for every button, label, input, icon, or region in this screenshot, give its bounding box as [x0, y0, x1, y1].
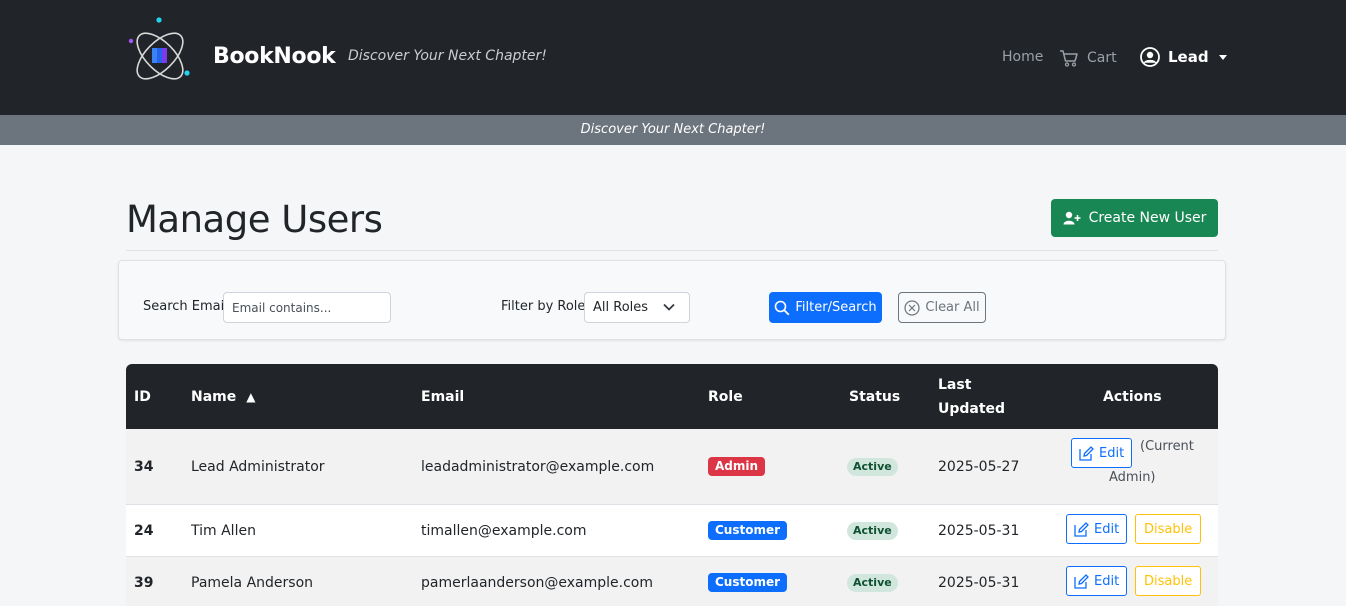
title-divider	[126, 250, 1218, 251]
role-filter-select[interactable]: All Roles	[584, 292, 690, 323]
cell-id: 24	[134, 522, 154, 539]
cell-email: pamerlaanderson@example.com	[421, 574, 653, 591]
top-navbar: BookNook Discover Your Next Chapter! Hom…	[0, 0, 1346, 115]
header-name[interactable]: Name ▲	[191, 364, 255, 429]
sort-ascending-icon: ▲	[246, 389, 256, 404]
create-new-user-label: Create New User	[1088, 210, 1207, 226]
current-admin-note-line1: (Current	[1140, 439, 1194, 454]
search-email-input[interactable]	[223, 292, 391, 323]
users-table: ID Name ▲ Email Role Status Last Updated…	[126, 364, 1218, 606]
filter-role-label: Filter by Role	[501, 299, 586, 314]
table-row: 34 Lead Administrator leadadministrator@…	[126, 429, 1218, 505]
brand-tagline: Discover Your Next Chapter!	[348, 48, 547, 64]
cell-email: leadadministrator@example.com	[421, 458, 655, 475]
cell-email: timallen@example.com	[421, 522, 587, 539]
status-badge: Active	[847, 521, 898, 540]
clear-all-label: Clear All	[925, 300, 980, 315]
disable-button[interactable]: Disable	[1135, 566, 1202, 596]
clear-all-button[interactable]: Clear All	[898, 292, 986, 323]
header-name-label: Name	[191, 388, 237, 405]
role-badge: Admin	[708, 457, 766, 476]
filter-search-label: Filter/Search	[795, 300, 877, 315]
chevron-down-icon	[663, 303, 675, 311]
current-admin-note-line2: Admin)	[1109, 470, 1156, 485]
edit-label: Edit	[1099, 445, 1125, 461]
user-menu-dropdown[interactable]: Lead	[1140, 46, 1227, 68]
edit-button[interactable]: Edit	[1066, 514, 1128, 544]
nav-home-link[interactable]: Home	[1002, 49, 1043, 65]
user-circle-icon	[1140, 47, 1160, 67]
filter-search-button[interactable]: Filter/Search	[769, 292, 882, 323]
user-menu-label: Lead	[1168, 48, 1209, 66]
cell-id: 39	[134, 574, 154, 591]
pencil-square-icon	[1074, 521, 1089, 537]
edit-label: Edit	[1094, 573, 1120, 589]
table-header: ID Name ▲ Email Role Status Last Updated…	[126, 364, 1218, 429]
cell-name: Pamela Anderson	[191, 574, 314, 591]
header-last-updated-line2: Updated	[938, 400, 1006, 417]
caret-down-icon	[1218, 54, 1227, 60]
edit-button[interactable]: Edit	[1071, 438, 1133, 468]
status-badge: Active	[847, 457, 898, 476]
nav-cart-link[interactable]: Cart	[1059, 47, 1117, 69]
search-icon	[775, 300, 790, 315]
cell-name: Lead Administrator	[191, 458, 325, 475]
search-email-label: Search Email	[143, 299, 228, 314]
cell-updated: 2025-05-31	[938, 574, 1020, 591]
cell-updated: 2025-05-31	[938, 522, 1020, 539]
cell-id: 34	[134, 458, 154, 475]
cell-updated: 2025-05-27	[938, 458, 1020, 475]
booknook-logo-icon[interactable]	[127, 16, 193, 90]
edit-button[interactable]: Edit	[1066, 566, 1128, 596]
header-id[interactable]: ID	[134, 364, 151, 429]
header-last-updated-line1: Last	[938, 376, 972, 393]
brand-name[interactable]: BookNook	[213, 44, 336, 69]
tagline-banner: Discover Your Next Chapter!	[0, 115, 1346, 145]
table-row: 39 Pamela Anderson pamerlaanderson@examp…	[126, 557, 1218, 606]
pencil-square-icon	[1079, 445, 1094, 461]
role-badge: Customer	[708, 521, 788, 540]
header-role[interactable]: Role	[708, 364, 743, 429]
role-filter-value: All Roles	[593, 300, 649, 315]
disable-button[interactable]: Disable	[1135, 514, 1202, 544]
person-plus-icon	[1063, 211, 1081, 225]
role-badge: Customer	[708, 573, 788, 592]
cell-name: Tim Allen	[191, 522, 256, 539]
create-new-user-button[interactable]: Create New User	[1051, 199, 1218, 237]
x-circle-icon	[904, 299, 920, 316]
edit-label: Edit	[1094, 521, 1120, 537]
cart-icon	[1060, 50, 1078, 67]
header-email[interactable]: Email	[421, 364, 464, 429]
status-badge: Active	[847, 573, 898, 592]
header-status[interactable]: Status	[849, 364, 900, 429]
table-row: 24 Tim Allen timallen@example.com Custom…	[126, 505, 1218, 557]
header-actions: Actions	[1103, 388, 1162, 405]
pencil-square-icon	[1074, 573, 1089, 589]
page-title: Manage Users	[126, 198, 383, 241]
nav-cart-label: Cart	[1087, 50, 1117, 66]
header-last-updated[interactable]: Last Updated	[938, 364, 1005, 429]
